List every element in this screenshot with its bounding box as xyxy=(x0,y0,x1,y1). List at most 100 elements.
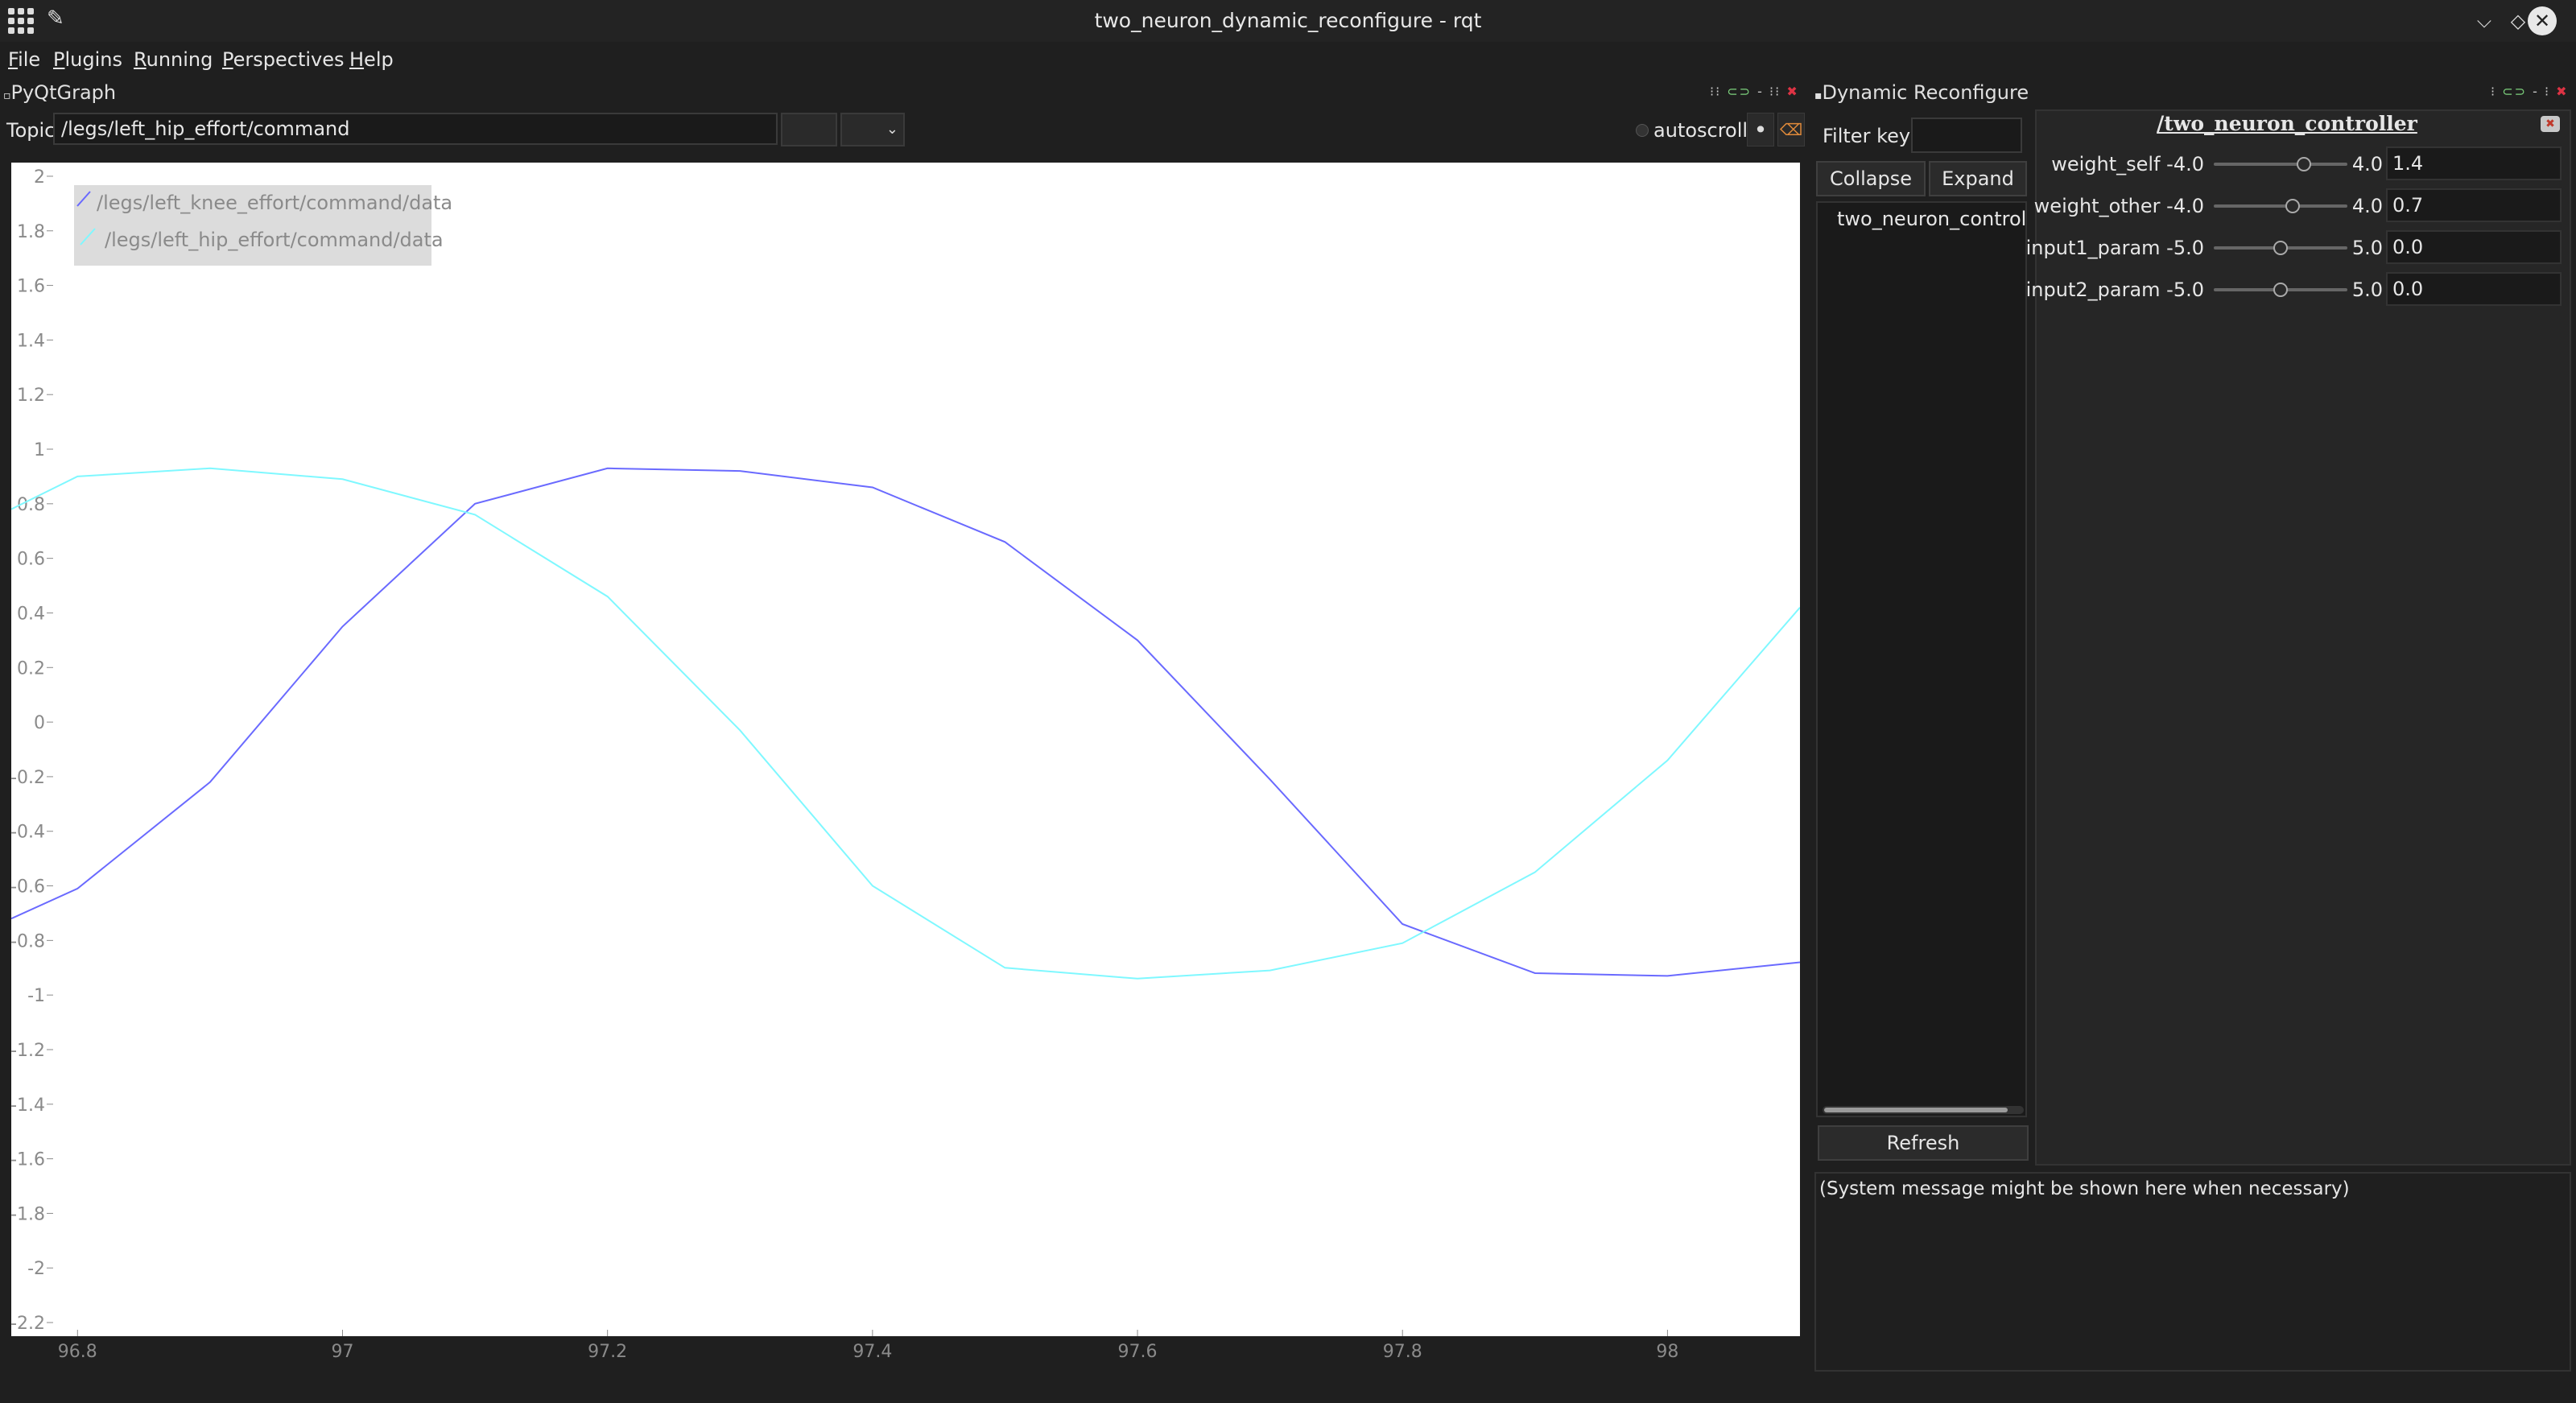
y-tick-label: 1.8 xyxy=(17,222,45,242)
pause-button[interactable]: ⏺ xyxy=(1747,113,1774,146)
tree-item-two-neuron-controller[interactable]: two_neuron_controller xyxy=(1837,208,2027,230)
reconfigure-dock-buttons[interactable]: ⁝ ⊂⊃ - ⁝ ✖ xyxy=(2491,84,2569,101)
y-tick-label: 0.4 xyxy=(17,604,45,624)
y-tick-label: 1 xyxy=(34,440,45,460)
weight-self-input[interactable]: 1.4 xyxy=(2386,146,2562,180)
dock-close-icon[interactable]: ✖ xyxy=(1786,84,1798,99)
y-tick-label: 2 xyxy=(34,167,45,188)
filter-key-input[interactable] xyxy=(1911,118,2022,153)
reconfigure-dock-title[interactable]: ▪Dynamic Reconfigure xyxy=(1814,80,2029,105)
reload-icon[interactable]: ⊂⊃ xyxy=(1727,84,1752,99)
status-bar xyxy=(0,1372,2576,1403)
x-tick-label: 98 xyxy=(1656,1342,1678,1362)
expand-all-button[interactable]: Expand all xyxy=(1929,161,2027,222)
window-title: two_neuron_dynamic_reconfigure - rqt xyxy=(1094,9,1482,32)
y-tick-label: 0.6 xyxy=(17,550,45,570)
dock-float-icon[interactable]: ▪ xyxy=(1814,89,1823,102)
plot-canvas xyxy=(11,163,1800,1336)
reconfigure-dock-title-text: Dynamic Reconfigure xyxy=(1822,81,2029,104)
param-max-input2: 5.0 xyxy=(2351,279,2383,301)
legend: /legs/left_knee_effort/command/data /leg… xyxy=(74,185,452,266)
plot-dock-title[interactable]: ▫PyQtGraph xyxy=(3,80,116,105)
node-title: /two_neuron_controller xyxy=(2157,112,2417,135)
topic-label: Topic xyxy=(6,119,56,142)
help-icon[interactable]: ⁝ xyxy=(2491,84,2496,99)
tree-scrollbar-thumb[interactable] xyxy=(1824,1108,2008,1112)
input2-param-input[interactable]: 0.0 xyxy=(2386,272,2562,306)
x-tick-label: 97.2 xyxy=(588,1342,627,1362)
x-tick-label: 97.4 xyxy=(852,1342,892,1362)
menu-file[interactable]: File xyxy=(8,47,40,72)
dock-close-icon[interactable]: ✖ xyxy=(2556,84,2568,99)
y-tick-label: -1.2 xyxy=(11,1041,45,1061)
x-tick-label: 97.6 xyxy=(1118,1342,1158,1362)
y-tick-label: 0 xyxy=(34,713,45,733)
param-name-weight-self: weight_self -4.0 xyxy=(2051,153,2204,175)
weight-other-input[interactable]: 0.7 xyxy=(2386,188,2562,222)
remove-topic-dropdown[interactable]: ⌄ xyxy=(840,113,905,146)
y-tick-label: -0.6 xyxy=(11,877,45,898)
x-tick-label: 97.8 xyxy=(1383,1342,1422,1362)
param-max-weight-other: 4.0 xyxy=(2351,195,2383,217)
param-name-input2: input2_param -5.0 xyxy=(2025,279,2204,301)
plot-dock-buttons[interactable]: ⁝⁝ ⊂⊃ - ⁝⁝ ✖ xyxy=(1710,84,1799,101)
config-icon[interactable]: - xyxy=(2533,84,2539,99)
undock-icon[interactable]: ⁝⁝ xyxy=(1769,84,1781,99)
y-tick-label: -2.2 xyxy=(11,1314,45,1334)
weight-self-slider-handle[interactable] xyxy=(2297,157,2312,171)
autoscroll-label: autoscroll xyxy=(1653,119,1748,142)
plot-dock-title-text: PyQtGraph xyxy=(10,81,117,104)
y-tick-label: -0.2 xyxy=(11,768,45,788)
refresh-button[interactable]: Refresh xyxy=(1818,1125,2029,1161)
autoscroll-checkbox[interactable] xyxy=(1636,124,1649,137)
param-name-weight-other: weight_other -4.0 xyxy=(2033,195,2204,217)
clear-button[interactable]: ⌫ xyxy=(1777,113,1805,146)
pause-icon: ⏺ xyxy=(1757,121,1765,138)
node-tree[interactable] xyxy=(1816,201,2027,1117)
param-max-input1: 5.0 xyxy=(2351,237,2383,259)
config-icon[interactable]: - xyxy=(1757,84,1764,99)
y-tick-label: 0.2 xyxy=(17,658,45,679)
input1-param-slider-handle[interactable] xyxy=(2273,241,2288,255)
weight-other-slider-handle[interactable] xyxy=(2285,199,2300,213)
weight-other-slider[interactable] xyxy=(2214,204,2347,208)
help-icon[interactable]: ⁝⁝ xyxy=(1710,84,1721,99)
dock-float-icon[interactable]: ▫ xyxy=(3,89,11,102)
x-tick-label: 96.8 xyxy=(58,1342,97,1362)
y-tick-label: -1 xyxy=(27,986,45,1006)
add-topic-button[interactable] xyxy=(781,113,837,146)
y-tick-label: -2 xyxy=(27,1259,45,1279)
input1-param-input[interactable]: 0.0 xyxy=(2386,230,2562,264)
clear-icon: ⌫ xyxy=(1779,120,1803,139)
menu-help[interactable]: Help xyxy=(349,47,394,72)
chevron-down-icon: ⌄ xyxy=(886,121,898,138)
y-tick-label: -1.4 xyxy=(11,1096,45,1116)
y-tick-label: 1.2 xyxy=(17,386,45,406)
close-icon[interactable]: ✕ xyxy=(2528,6,2557,35)
menu-running[interactable]: Running xyxy=(134,47,213,72)
y-tick-label: -1.6 xyxy=(11,1150,45,1170)
system-message-box xyxy=(1814,1172,2571,1372)
undock-icon[interactable]: ⁝ xyxy=(2545,84,2550,99)
x-tick-label: 97 xyxy=(331,1342,353,1362)
param-name-input1: input1_param -5.0 xyxy=(2025,237,2204,259)
collapse-all-button[interactable]: Collapse all xyxy=(1816,161,1926,222)
reload-icon[interactable]: ⊂⊃ xyxy=(2502,84,2527,99)
minimize-icon[interactable]: ⌵ xyxy=(2470,6,2499,35)
weight-self-slider[interactable] xyxy=(2214,163,2347,166)
menu-plugins[interactable]: Plugins xyxy=(53,47,122,72)
y-tick-label: -0.4 xyxy=(11,823,45,843)
system-message-text: (System message might be shown here when… xyxy=(1819,1178,2350,1199)
menu-perspectives[interactable]: Perspectives xyxy=(222,47,345,72)
y-tick-label: -0.8 xyxy=(11,931,45,951)
legend-label-knee: /legs/left_knee_effort/command/data xyxy=(97,192,452,214)
y-tick-label: 1.6 xyxy=(17,277,45,297)
param-max-weight-self: 4.0 xyxy=(2351,153,2383,175)
legend-label-hip: /legs/left_hip_effort/command/data xyxy=(105,229,444,251)
topic-input[interactable]: /legs/left_hip_effort/command xyxy=(53,113,778,145)
plot-area[interactable]: 21.81.61.41.210.80.60.40.20-0.2-0.4-0.6-… xyxy=(11,161,1800,1362)
node-close-icon[interactable]: ✖ xyxy=(2541,116,2560,132)
input2-param-slider-handle[interactable] xyxy=(2273,283,2288,297)
filter-key-label: Filter key: xyxy=(1823,125,1916,147)
y-tick-label: -1.8 xyxy=(11,1204,45,1224)
